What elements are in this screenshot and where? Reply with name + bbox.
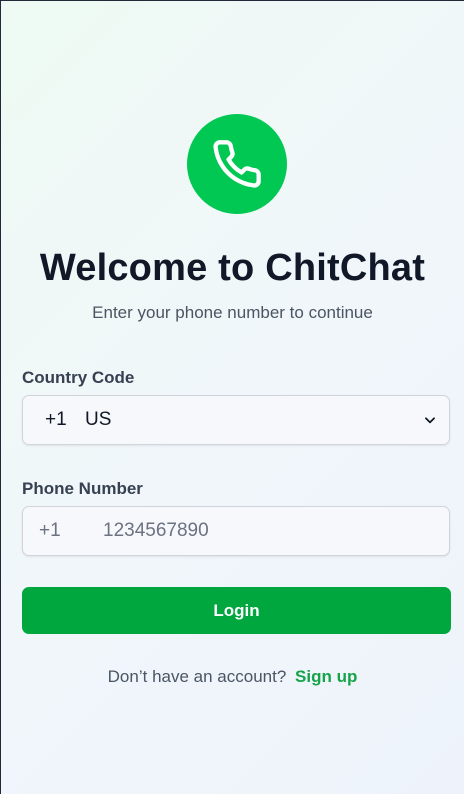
phone-prefix: +1 <box>39 520 61 541</box>
page-title: Welcome to ChitChat <box>39 247 426 289</box>
chevron-down-icon <box>425 417 435 424</box>
country-code-label: Country Code <box>22 368 135 387</box>
page-subtitle: Enter your phone number to continue <box>92 303 373 322</box>
phone-number-field[interactable]: +1 <box>22 506 450 556</box>
phone-number-input[interactable] <box>103 520 433 542</box>
phone-number-label: Phone Number <box>22 479 143 498</box>
signup-prompt: Don’t have an account? Sign up <box>1 667 464 687</box>
app-logo <box>187 114 287 214</box>
country-code-select[interactable]: +1 US <box>22 395 450 445</box>
login-button[interactable]: Login <box>22 587 451 634</box>
selected-country: US <box>85 409 112 430</box>
signup-prompt-text: Don’t have an account? <box>107 667 287 686</box>
selected-country-code: +1 <box>45 409 67 430</box>
signup-link[interactable]: Sign up <box>295 667 357 686</box>
phone-icon <box>213 140 261 188</box>
